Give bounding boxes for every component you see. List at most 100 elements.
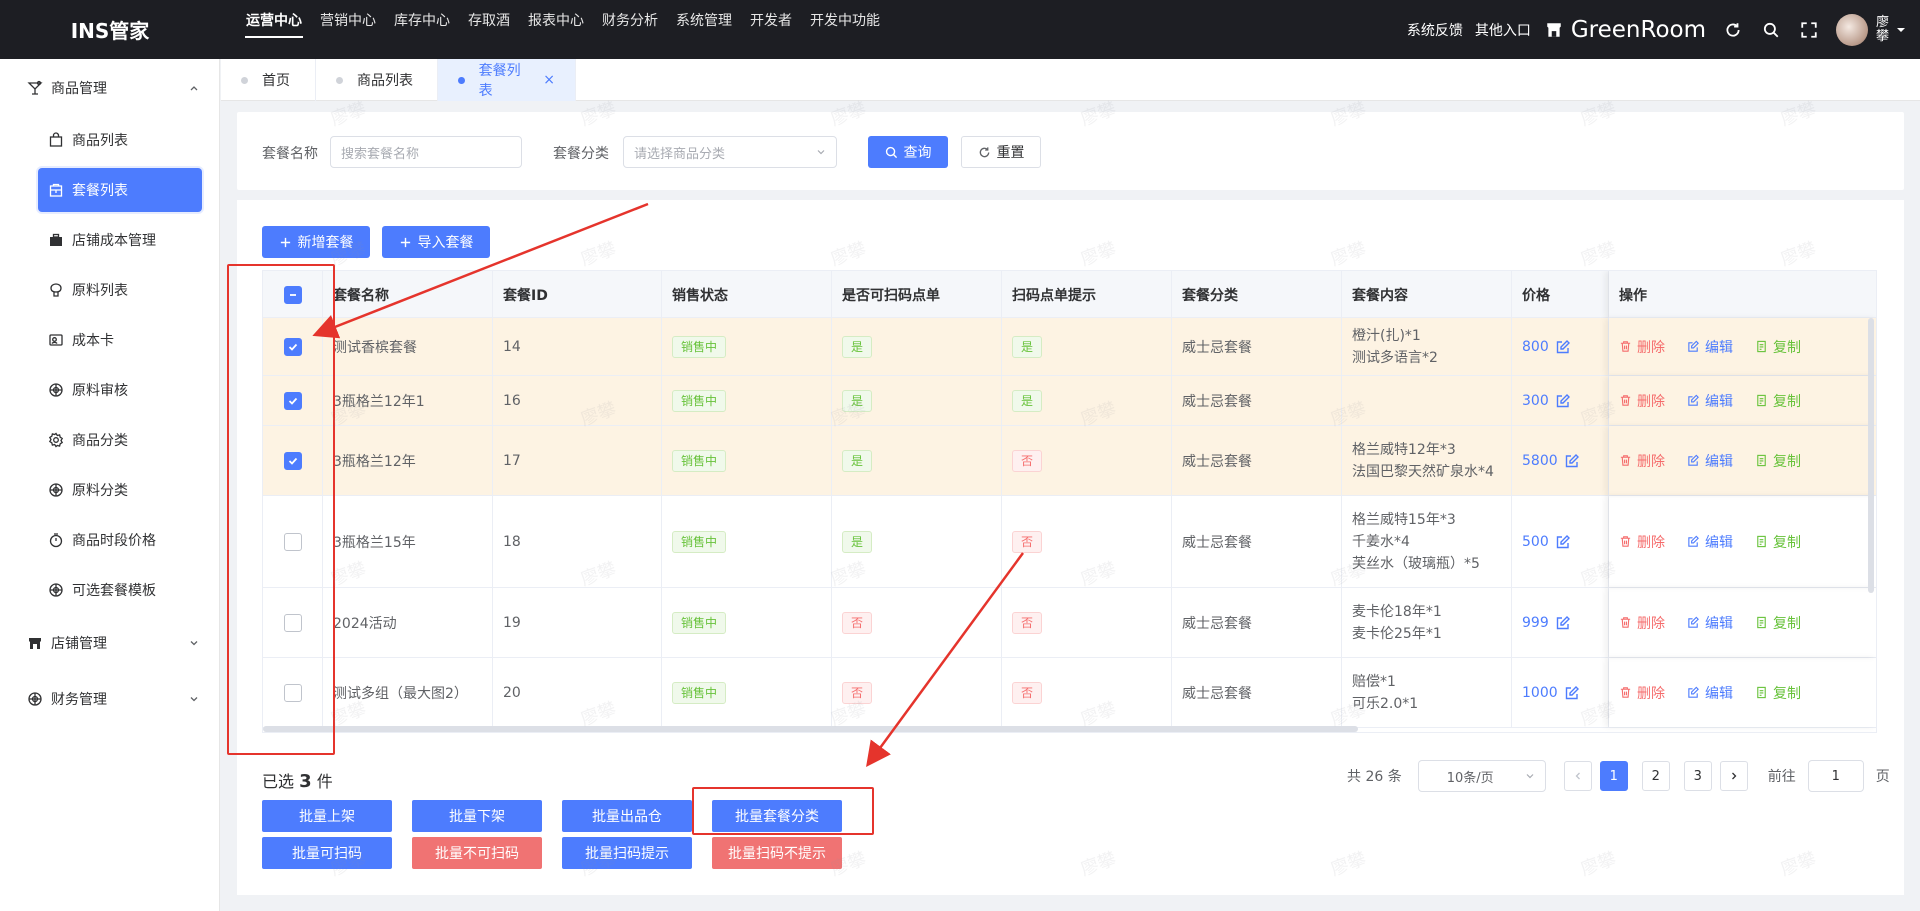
edit-button[interactable]: 编辑 xyxy=(1687,391,1733,411)
batch-delist-button[interactable]: 批量下架 xyxy=(412,800,542,832)
page-size-select[interactable]: 10条/页 xyxy=(1417,760,1546,792)
add-package-button[interactable]: 新增套餐 xyxy=(262,226,370,258)
edit-button[interactable]: 编辑 xyxy=(1687,337,1733,357)
edit-button[interactable]: 编辑 xyxy=(1687,451,1733,471)
feedback-link[interactable]: 系统反馈 xyxy=(1407,20,1463,40)
sidebar-item-cost-card[interactable]: 成本卡 xyxy=(38,318,202,362)
header-id: 套餐ID xyxy=(493,271,662,318)
header-scan-tip: 扫码点单提示 xyxy=(1002,271,1172,318)
sidebar-item-product-category[interactable]: 商品分类 xyxy=(38,418,202,462)
edit-price-icon[interactable] xyxy=(1564,453,1580,469)
delete-button[interactable]: 删除 xyxy=(1619,532,1665,552)
page-3-button[interactable]: 3 xyxy=(1683,761,1712,791)
sidebar-item-time-price[interactable]: 商品时段价格 xyxy=(38,518,202,562)
batch-warehouse-button[interactable]: 批量出品仓 xyxy=(562,800,692,832)
tab-home[interactable]: 首页 xyxy=(221,59,316,101)
price-value[interactable]: 999 xyxy=(1522,615,1571,631)
other-entry-link[interactable]: 其他入口 xyxy=(1475,20,1531,40)
edit-icon xyxy=(1688,535,1699,547)
copy-button[interactable]: 复制 xyxy=(1755,451,1801,471)
package-content-cell: 格兰威特15年*3 千姜水*4 芙丝水（玻璃瓶）*5 xyxy=(1342,496,1512,587)
edit-price-icon[interactable] xyxy=(1564,685,1580,701)
top-nav-item-system[interactable]: 系统管理 xyxy=(675,10,733,30)
top-nav-item-marketing[interactable]: 营销中心 xyxy=(319,10,377,30)
delete-button[interactable]: 删除 xyxy=(1619,391,1665,411)
sidebar-item-ingredient-review[interactable]: 原料审核 xyxy=(38,368,202,412)
sidebar-item-product-list[interactable]: 商品列表 xyxy=(38,118,202,162)
annotation-box-batch-category xyxy=(692,787,874,835)
top-nav-item-wine-storage[interactable]: 存取酒 xyxy=(467,10,511,30)
sidebar-item-store-cost[interactable]: 店铺成本管理 xyxy=(38,218,202,262)
scan-badge: 否 xyxy=(842,681,873,704)
sidebar-group-finance[interactable]: 财务管理 xyxy=(0,681,220,717)
delete-button[interactable]: 删除 xyxy=(1619,451,1665,471)
vertical-scrollbar[interactable] xyxy=(1868,318,1874,593)
copy-button[interactable]: 复制 xyxy=(1755,391,1801,411)
goto-page-input[interactable]: 1 xyxy=(1807,760,1864,792)
copy-button[interactable]: 复制 xyxy=(1755,613,1801,633)
sidebar-group-product[interactable]: 商品管理 xyxy=(0,70,220,106)
top-nav-item-ops[interactable]: 运营中心 xyxy=(245,10,303,38)
chevron-down-icon xyxy=(190,641,198,646)
top-nav-item-inventory[interactable]: 库存中心 xyxy=(393,10,451,30)
search-icon[interactable] xyxy=(1762,21,1780,39)
top-nav-item-developer[interactable]: 开发者 xyxy=(749,10,793,30)
tab-product-list[interactable]: 商品列表 xyxy=(316,59,438,101)
delete-button[interactable]: 删除 xyxy=(1619,683,1665,703)
batch-scan-no-tip-button[interactable]: 批量扫码不提示 xyxy=(712,837,842,869)
close-icon[interactable]: × xyxy=(543,72,555,88)
tab-package-list[interactable]: 套餐列表 × xyxy=(438,59,576,101)
user-name[interactable]: 廖攀 xyxy=(1876,15,1890,44)
sidebar-item-package-list[interactable]: 套餐列表 xyxy=(38,168,202,212)
price-value[interactable]: 800 xyxy=(1522,339,1571,355)
copy-button[interactable]: 复制 xyxy=(1755,532,1801,552)
price-cell: 300 xyxy=(1512,376,1609,425)
batch-scan-enable-button[interactable]: 批量可扫码 xyxy=(262,837,392,869)
top-nav-item-finance[interactable]: 财务分析 xyxy=(601,10,659,30)
caret-down-icon[interactable] xyxy=(1896,25,1906,35)
store-switcher[interactable]: GreenRoom xyxy=(1545,17,1706,43)
import-package-button[interactable]: 导入套餐 xyxy=(382,226,490,258)
price-value[interactable]: 500 xyxy=(1522,534,1571,550)
edit-icon xyxy=(1688,394,1699,406)
top-nav-item-dev-features[interactable]: 开发中功能 xyxy=(809,10,881,30)
edit-price-icon[interactable] xyxy=(1555,339,1571,355)
edit-button[interactable]: 编辑 xyxy=(1687,683,1733,703)
price-value[interactable]: 1000 xyxy=(1522,685,1580,701)
sidebar-item-ingredient-category[interactable]: 原料分类 xyxy=(38,468,202,512)
edit-price-icon[interactable] xyxy=(1555,393,1571,409)
price-value[interactable]: 300 xyxy=(1522,393,1571,409)
refresh-icon[interactable] xyxy=(1724,21,1742,39)
edit-price-icon[interactable] xyxy=(1555,534,1571,550)
sidebar-item-ingredient-list[interactable]: 原料列表 xyxy=(38,268,202,312)
copy-icon xyxy=(1757,340,1766,353)
copy-button[interactable]: 复制 xyxy=(1755,683,1801,703)
delete-button[interactable]: 删除 xyxy=(1619,337,1665,357)
package-id: 18 xyxy=(493,496,662,587)
fullscreen-icon[interactable] xyxy=(1800,21,1818,39)
batch-scan-tip-button[interactable]: 批量扫码提示 xyxy=(562,837,692,869)
search-button[interactable]: 查询 xyxy=(868,136,948,168)
next-page-button[interactable] xyxy=(1719,761,1748,791)
category-select[interactable]: 请选择商品分类 xyxy=(623,136,837,168)
horizontal-scrollbar[interactable] xyxy=(263,726,1358,732)
sidebar-item-package-template[interactable]: 可选套餐模板 xyxy=(38,568,202,612)
name-search-input[interactable]: 搜索套餐名称 xyxy=(330,136,522,168)
package-id: 16 xyxy=(493,376,662,425)
copy-button[interactable]: 复制 xyxy=(1755,337,1801,357)
top-nav-item-reports[interactable]: 报表中心 xyxy=(527,10,585,30)
batch-scan-disable-button[interactable]: 批量不可扫码 xyxy=(412,837,542,869)
prev-page-button[interactable] xyxy=(1563,761,1592,791)
page-1-button[interactable]: 1 xyxy=(1599,761,1628,791)
edit-button[interactable]: 编辑 xyxy=(1687,613,1733,633)
content-line: 千姜水*4 xyxy=(1352,533,1410,550)
batch-list-button[interactable]: 批量上架 xyxy=(262,800,392,832)
reset-button[interactable]: 重置 xyxy=(961,136,1041,168)
avatar[interactable] xyxy=(1836,13,1868,46)
edit-price-icon[interactable] xyxy=(1555,615,1571,631)
page-2-button[interactable]: 2 xyxy=(1641,761,1670,791)
edit-button[interactable]: 编辑 xyxy=(1687,532,1733,552)
price-value[interactable]: 5800 xyxy=(1522,453,1580,469)
sidebar-group-store[interactable]: 店铺管理 xyxy=(0,625,220,661)
delete-button[interactable]: 删除 xyxy=(1619,613,1665,633)
